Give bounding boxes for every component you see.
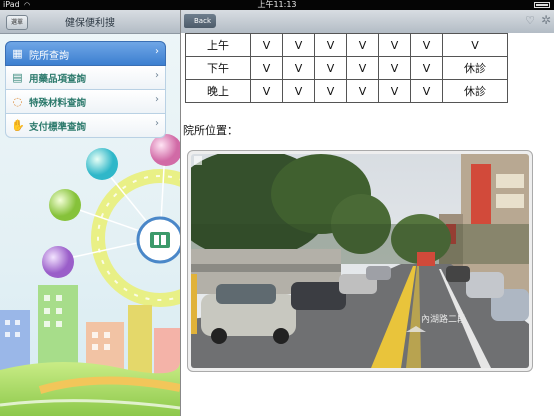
main-menu: ▦ 院所查詢 › ▤ 用藥品項查詢 › ◌ 特殊材料查詢 › ✋ 支付標準查詢 … (5, 41, 166, 138)
schedule-cell: V (410, 56, 443, 80)
street-view-image[interactable]: 內湖路二段 (191, 154, 529, 368)
heart-icon[interactable]: ♡ (525, 14, 535, 27)
schedule-cell: V (250, 33, 283, 57)
street-view-overlay-tag (194, 156, 202, 165)
schedule-cell: V (314, 79, 347, 103)
chevron-right-icon: › (155, 70, 159, 81)
menu-item-label: 支付標準查詢 (29, 122, 87, 133)
menu-item-payment-standard-search[interactable]: ✋ 支付標準查詢 › (5, 114, 166, 138)
schedule-cell: V (378, 33, 411, 57)
chevron-right-icon: › (155, 118, 159, 129)
right-pane: Back ♡ ✲ 上午 V V V V V V V 下午 V V V V V V… (180, 10, 554, 416)
schedule-cell: V (250, 79, 283, 103)
row-label: 下午 (185, 56, 251, 80)
row-label: 晚上 (185, 79, 251, 103)
schedule-cell: V (282, 79, 315, 103)
road-marking-text: 內湖路二段 (421, 313, 466, 325)
row-label: 上午 (185, 33, 251, 57)
schedule-cell: V (346, 33, 379, 57)
location-label: 院所位置： (183, 124, 238, 137)
app-title: 健保便利搜 (65, 18, 115, 29)
schedule-cell: V (314, 33, 347, 57)
schedule-cell: V (410, 79, 443, 103)
schedule-cell: 休診 (442, 56, 508, 80)
left-header-bar: 選單 健保便利搜 (0, 10, 180, 34)
detail-content: 上午 V V V V V V V 下午 V V V V V V 休診 晚上 V … (181, 33, 554, 416)
hand-coins-icon: ✋ (11, 119, 25, 132)
schedule-cell: V (282, 56, 315, 80)
menu-item-label: 院所查詢 (29, 51, 69, 62)
table-row: 下午 V V V V V V 休診 (185, 56, 508, 80)
table-row: 晚上 V V V V V V 休診 (185, 79, 508, 103)
menu-item-hospital-search[interactable]: ▦ 院所查詢 › (5, 41, 166, 66)
status-bar: iPad ◠ 上午11:13 (0, 0, 554, 10)
clock: 上午11:13 (257, 0, 297, 9)
schedule-cell: V (410, 33, 443, 57)
back-button[interactable]: Back (184, 14, 216, 28)
schedule-cell: V (442, 33, 508, 57)
chevron-right-icon: › (155, 46, 159, 57)
schedule-cell: V (250, 56, 283, 80)
left-pane: 選單 健保便利搜 ▦ 院所查詢 › ▤ 用藥品項查詢 › ◌ 特殊材料查詢 › … (0, 10, 180, 416)
schedule-cell: V (346, 79, 379, 103)
gear-icon[interactable]: ✲ (541, 13, 551, 27)
right-header-bar: Back ♡ ✲ (181, 10, 554, 34)
schedule-cell: 休診 (442, 79, 508, 103)
schedule-cell: V (346, 56, 379, 80)
chevron-right-icon: › (155, 94, 159, 105)
battery-icon (534, 2, 550, 8)
schedule-cell: V (378, 56, 411, 80)
clipboard-icon: ▤ (12, 71, 23, 84)
table-row: 上午 V V V V V V V (185, 33, 508, 57)
street-view-frame: 內湖路二段 (187, 150, 533, 372)
schedule-cell: V (314, 56, 347, 80)
schedule-cell: V (378, 79, 411, 103)
schedule-cell: V (282, 33, 315, 57)
menu-item-drug-search[interactable]: ▤ 用藥品項查詢 › (5, 66, 166, 90)
schedule-table: 上午 V V V V V V V 下午 V V V V V V 休診 晚上 V … (185, 33, 508, 103)
menu-item-label: 用藥品項查詢 (29, 74, 87, 85)
menu-item-special-material-search[interactable]: ◌ 特殊材料查詢 › (5, 90, 166, 114)
building-icon: ▦ (12, 47, 23, 60)
chat-bubble-icon: ◌ (12, 95, 23, 108)
menu-item-label: 特殊材料查詢 (29, 98, 87, 109)
